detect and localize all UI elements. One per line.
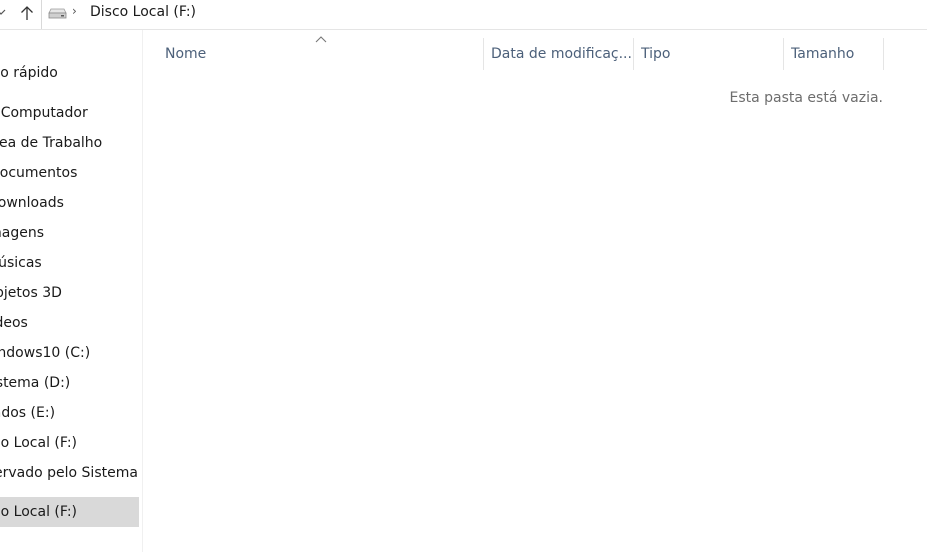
nav-item-desktop[interactable]: Área de Trabalho xyxy=(0,128,139,158)
address-field[interactable]: › Disco Local (F:) xyxy=(41,0,927,29)
nav-item-documents[interactable]: Documentos xyxy=(0,158,139,188)
nav-item-drive-g[interactable]: Reservado pelo Sistema (G:) xyxy=(0,458,139,488)
breadcrumb-current-location[interactable]: Disco Local (F:) xyxy=(90,3,196,21)
nav-item-label: Área de Trabalho xyxy=(0,135,103,151)
nav-item-downloads[interactable]: Downloads xyxy=(0,188,139,218)
file-list[interactable]: Nome Data de modificaç... Tipo Tamanho E… xyxy=(143,30,927,552)
navigation-pane[interactable]: Acesso rápido Este Computador Área de Tr… xyxy=(0,30,143,552)
column-header-type[interactable]: Tipo xyxy=(641,39,781,69)
nav-item-label: Disco Local (F:) xyxy=(0,504,78,520)
nav-item-this-pc[interactable]: Este Computador xyxy=(0,98,139,128)
recent-locations-chevron-icon[interactable] xyxy=(0,7,6,17)
nav-item-label: Downloads xyxy=(0,195,64,211)
column-header-date-modified[interactable]: Data de modificaç... xyxy=(491,39,631,69)
nav-item-label: Documentos xyxy=(0,165,78,181)
up-one-level-button[interactable] xyxy=(16,2,38,24)
nav-item-label: Sistema (D:) xyxy=(0,375,71,391)
nav-item-label: Windows10 (C:) xyxy=(0,345,91,361)
nav-item-quick-access[interactable]: Acesso rápido xyxy=(0,58,139,88)
nav-item-music[interactable]: Músicas xyxy=(0,248,139,278)
nav-item-videos[interactable]: Vídeos xyxy=(0,308,139,338)
nav-item-drive-d[interactable]: Sistema (D:) xyxy=(0,368,139,398)
empty-folder-message: Esta pasta está vazia. xyxy=(729,90,884,106)
nav-item-label: Disco Local (F:) xyxy=(0,435,78,451)
nav-item-label: Imagens xyxy=(0,225,45,241)
column-header-size[interactable]: Tamanho xyxy=(791,39,881,69)
address-bar: › Disco Local (F:) xyxy=(0,0,927,30)
nav-item-drive-e[interactable]: Dados (E:) xyxy=(0,398,139,428)
column-divider[interactable] xyxy=(483,38,484,70)
nav-item-label: Dados (E:) xyxy=(0,405,56,421)
nav-item-label: Músicas xyxy=(0,255,42,271)
column-header-name[interactable]: Nome xyxy=(165,39,475,69)
breadcrumb-separator[interactable]: › xyxy=(72,4,77,18)
column-divider[interactable] xyxy=(883,38,884,70)
nav-item-label: Vídeos xyxy=(0,315,28,331)
nav-item-label: Acesso rápido xyxy=(0,65,58,81)
column-divider[interactable] xyxy=(633,38,634,70)
column-divider[interactable] xyxy=(783,38,784,70)
nav-item-drive-f-selected[interactable]: Disco Local (F:) xyxy=(0,497,139,527)
nav-item-label: Reservado pelo Sistema (G:) xyxy=(0,465,139,481)
nav-item-pictures[interactable]: Imagens xyxy=(0,218,139,248)
nav-item-3d-objects[interactable]: Objetos 3D xyxy=(0,278,139,308)
nav-item-label: Este Computador xyxy=(0,105,88,121)
nav-item-drive-c[interactable]: Windows10 (C:) xyxy=(0,338,139,368)
nav-item-label: Objetos 3D xyxy=(0,285,62,301)
drive-icon xyxy=(48,8,67,19)
file-explorer-window: › Disco Local (F:) Acesso rápido Este Co… xyxy=(0,0,927,552)
up-arrow-icon xyxy=(21,6,33,20)
nav-item-drive-f[interactable]: Disco Local (F:) xyxy=(0,428,139,458)
